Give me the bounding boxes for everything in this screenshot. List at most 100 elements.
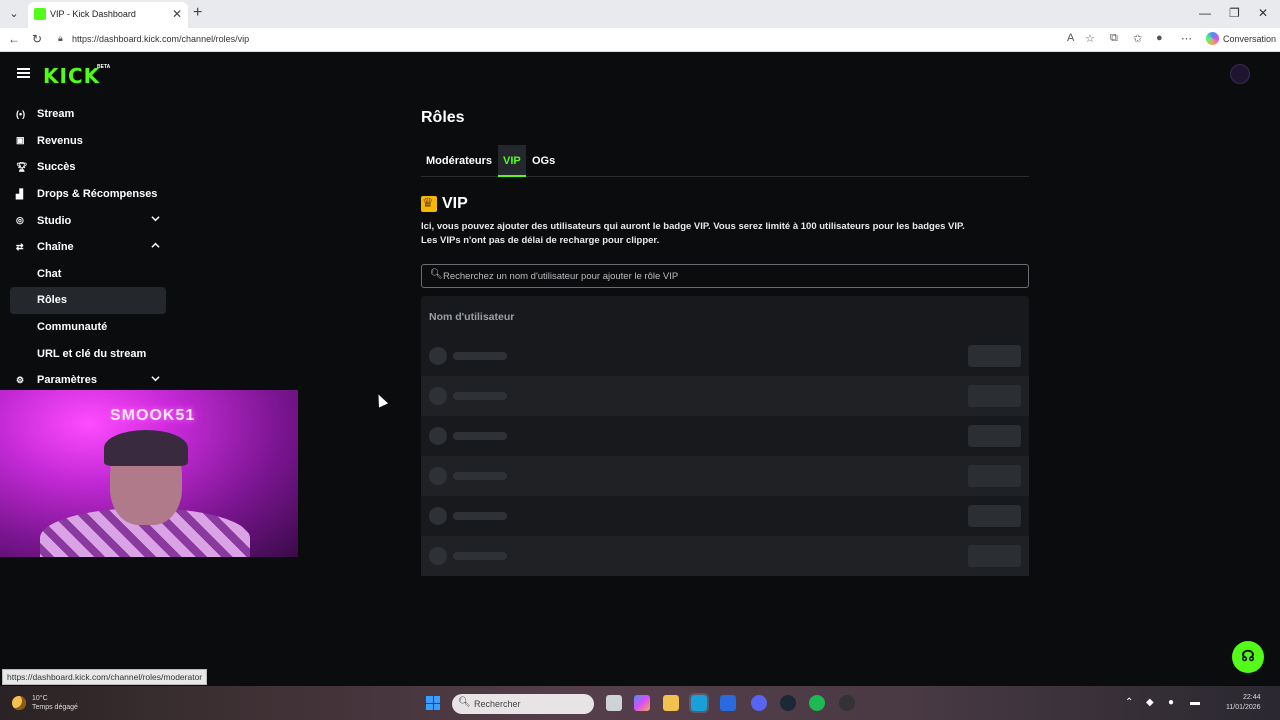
sidebar-item-drops[interactable]: ▟ Drops & Récompenses (10, 181, 166, 208)
close-window-icon[interactable]: ✕ (1258, 6, 1268, 20)
tray-chevron-icon[interactable]: ⌃ (1125, 697, 1133, 708)
spotify-icon[interactable] (809, 695, 825, 711)
studio-icon: ◎ (16, 215, 24, 226)
mouse-cursor-icon (373, 392, 389, 408)
sidebar-item-label: Studio (37, 214, 72, 227)
section-title: VIP (442, 195, 468, 212)
tab-actions-chevron-icon[interactable]: ⌄ (4, 4, 24, 24)
name-skeleton (453, 552, 507, 560)
restore-icon[interactable]: ❐ (1229, 6, 1240, 20)
sidebar-item-label: Drops & Récompenses (37, 188, 158, 201)
name-skeleton (453, 432, 507, 440)
copilot-conversation-button[interactable]: Conversation (1206, 32, 1276, 45)
edge-icon[interactable] (689, 693, 709, 713)
table-row-loading (421, 496, 1029, 536)
drops-icon: ▟ (16, 188, 23, 199)
table-row-loading (421, 416, 1029, 456)
profile-icon[interactable]: ● (1156, 32, 1163, 44)
sidebar-item-label: Chaîne (37, 241, 74, 254)
sidebar-item-studio[interactable]: ◎ Studio (10, 207, 166, 234)
trophy-icon: 🏆︎ (16, 161, 28, 172)
sidebar-item-stream[interactable]: (•) Stream (10, 101, 166, 128)
sidebar-item-revenus[interactable]: ▣ Revenus (10, 128, 166, 155)
clock-time: 22:44 (1242, 694, 1261, 701)
search-icon: 🔍︎ (458, 697, 471, 708)
favorite-star-icon[interactable]: ☆ (1085, 32, 1095, 45)
new-tab-icon[interactable]: + (193, 4, 202, 22)
volume-icon[interactable]: ● (1168, 697, 1174, 708)
sidebar-item-label: Revenus (37, 134, 83, 147)
windows-start-icon[interactable] (426, 696, 440, 710)
sidebar-item-roles[interactable]: Rôles (10, 287, 166, 314)
more-menu-icon[interactable]: ⋯ (1181, 32, 1192, 45)
streamer-headset (104, 430, 188, 466)
channel-icon: ⇄ (16, 241, 24, 252)
weather-widget[interactable]: 10°C Temps dégagé (12, 694, 78, 712)
name-skeleton (453, 352, 507, 360)
steam-icon[interactable] (780, 695, 796, 711)
search-input[interactable] (443, 268, 1013, 284)
sidebar-item-succes[interactable]: 🏆︎ Succès (10, 154, 166, 181)
windows-taskbar: 10°C Temps dégagé 🔍︎ Rechercher ⌃ ◆ ● ▬ … (0, 686, 1280, 720)
kick-dashboard: KICK BETA (•) Stream ▣ Revenus 🏆︎ Succès… (0, 52, 1280, 686)
page-title: Rôles (421, 109, 465, 126)
neon-sign: SMOOK51 (110, 407, 196, 424)
link-preview-status: https://dashboard.kick.com/channel/roles… (2, 669, 208, 685)
sidebar: (•) Stream ▣ Revenus 🏆︎ Succès ▟ Drops &… (10, 101, 166, 394)
url-field[interactable]: https://dashboard.kick.com/channel/roles… (72, 34, 249, 44)
obs-icon[interactable] (839, 695, 855, 711)
taskbar-search-label: Rechercher (474, 699, 521, 709)
back-icon[interactable]: ← (8, 32, 20, 46)
discord-icon[interactable] (751, 695, 767, 711)
kick-logo[interactable]: KICK (43, 64, 100, 88)
avatar-skeleton (429, 347, 447, 365)
gear-icon: ⚙ (16, 374, 25, 385)
refresh-icon[interactable]: ↻ (32, 32, 42, 46)
tab-vip[interactable]: VIP (498, 145, 526, 177)
battery-icon[interactable]: ▬ (1190, 697, 1200, 708)
name-skeleton (453, 472, 507, 480)
revenue-icon: ▣ (16, 135, 25, 146)
name-skeleton (453, 512, 507, 520)
avatar-skeleton (429, 547, 447, 565)
action-skeleton (968, 345, 1021, 367)
search-box[interactable]: 🔍︎ (421, 264, 1029, 288)
close-tab-icon[interactable]: ✕ (172, 7, 182, 21)
sidebar-item-chaine[interactable]: ⇄ Chaîne (10, 234, 166, 261)
minimize-icon[interactable]: — (1199, 6, 1211, 20)
name-skeleton (453, 392, 507, 400)
copilot-taskbar-icon[interactable] (634, 695, 650, 711)
vip-section-header: VIP (421, 195, 468, 213)
extensions-icon[interactable]: ⧉ (1110, 32, 1118, 45)
sidebar-item-stream-key[interactable]: URL et clé du stream (10, 340, 166, 367)
support-chat-icon[interactable]: ☊ (1232, 641, 1264, 673)
sidebar-item-communaute[interactable]: Communauté (10, 314, 166, 341)
weather-desc: Temps dégagé (32, 704, 78, 711)
file-explorer-icon[interactable] (663, 695, 679, 711)
description-line: Les VIPs n'ont pas de délai de recharge … (421, 235, 660, 246)
vip-description: Ici, vous pouvez ajouter des utilisateur… (421, 220, 1021, 248)
tab-ogs[interactable]: OGs (527, 145, 560, 177)
menu-hamburger-icon[interactable] (17, 68, 30, 78)
clock-date: 11/01/2026 (1226, 704, 1261, 711)
webcam-overlay: SMOOK51 (0, 390, 298, 557)
avatar-skeleton (429, 387, 447, 405)
task-view-icon[interactable] (606, 695, 622, 711)
tab-moderateurs[interactable]: Modérateurs (421, 145, 497, 177)
system-clock[interactable]: 22:44 11/01/2026 (1226, 693, 1261, 713)
browser-tab[interactable]: VIP - Kick Dashboard ✕ (28, 2, 188, 28)
sidebar-item-chat[interactable]: Chat (10, 261, 166, 288)
table-row-loading (421, 336, 1029, 376)
store-icon[interactable] (720, 695, 736, 711)
chevron-down-icon (151, 376, 160, 382)
user-avatar[interactable] (1230, 64, 1250, 84)
read-aloud-icon[interactable]: A (1067, 32, 1074, 44)
column-header-username: Nom d'utilisateur (429, 311, 515, 323)
favorites-icon[interactable]: ✩ (1133, 32, 1142, 45)
site-info-icon[interactable]: 🔒︎ (58, 33, 63, 44)
network-icon[interactable]: ◆ (1146, 697, 1154, 708)
chevron-down-icon (151, 216, 160, 222)
avatar-skeleton (429, 427, 447, 445)
action-skeleton (968, 505, 1021, 527)
taskbar-search[interactable]: 🔍︎ Rechercher (452, 694, 594, 714)
